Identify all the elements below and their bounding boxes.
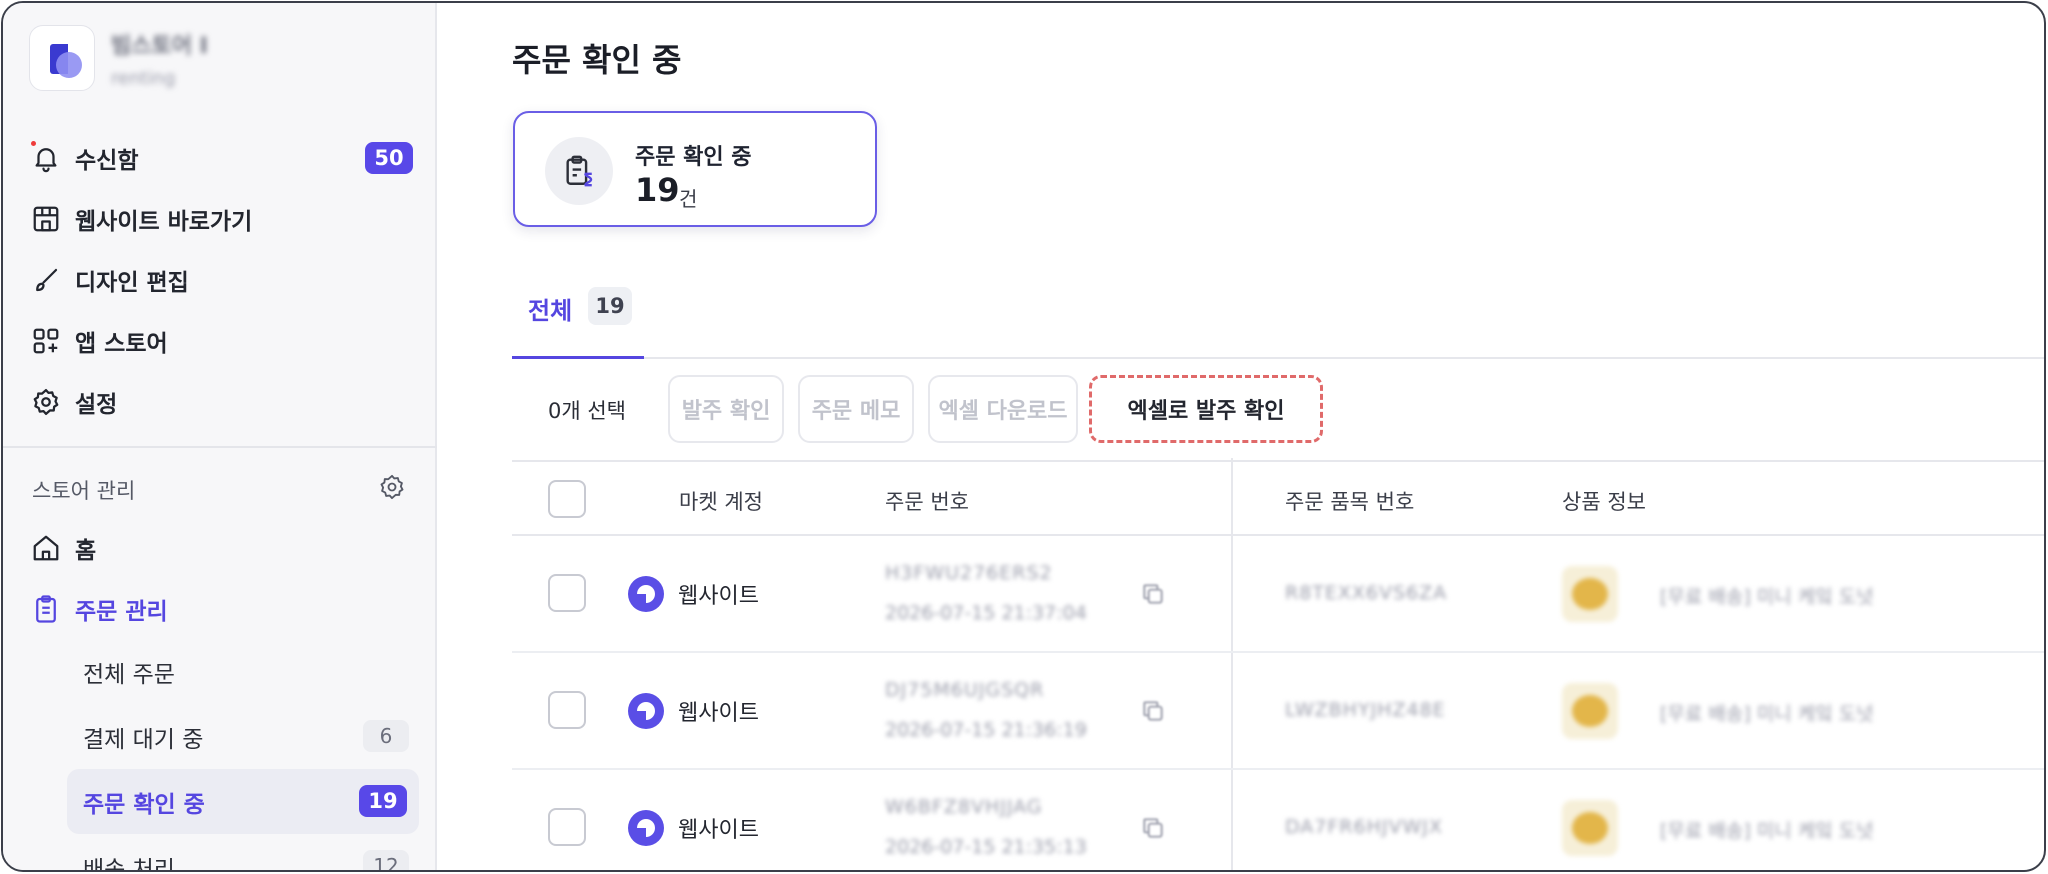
table-row[interactable]: 웹사이트 W6BFZ8VHJJAG 2026-07-15 21:35:13 DA… bbox=[512, 770, 2044, 870]
status-card-count: 19 bbox=[635, 171, 680, 209]
store-settings-gear-icon[interactable] bbox=[378, 473, 406, 505]
copy-icon[interactable] bbox=[1140, 698, 1166, 728]
market-account: 웹사이트 bbox=[678, 818, 759, 843]
tab-all[interactable]: 전체 19 bbox=[512, 273, 644, 359]
table-header: 마켓 계정 주문 번호 주문 품목 번호 상품 정보 bbox=[512, 460, 2044, 536]
sub-item-label: 배송 처리 bbox=[83, 856, 175, 872]
order-number: W6BFZ8VHJJAG bbox=[885, 796, 1043, 818]
product-name: [무료 배송] 미니 케잌 도넛 bbox=[1660, 820, 1874, 842]
nav-item-appstore[interactable]: 앱 스토어 bbox=[29, 310, 413, 371]
nav-label: 디자인 편집 bbox=[75, 269, 189, 296]
storefront-icon bbox=[29, 202, 63, 236]
order-datetime: 2026-07-15 21:35:13 bbox=[885, 836, 1087, 858]
excel-download-button[interactable]: 엑셀 다운로드 bbox=[928, 375, 1078, 443]
order-number: DJ75M6UJGSQR bbox=[885, 679, 1045, 701]
sub-item-payment-pending[interactable]: 결제 대기 중 6 bbox=[29, 704, 419, 769]
page-title: 주문 확인 중 bbox=[512, 41, 682, 79]
nav-item-settings[interactable]: 설정 bbox=[29, 371, 413, 432]
order-number: H3FWU276ERS2 bbox=[885, 562, 1053, 584]
row-checkbox[interactable] bbox=[548, 691, 586, 729]
market-account: 웹사이트 bbox=[678, 584, 759, 609]
column-header: 주문 번호 bbox=[885, 490, 969, 514]
nav-label: 설정 bbox=[75, 391, 118, 418]
sub-item-all-orders[interactable]: 전체 주문 bbox=[29, 639, 419, 704]
nav-item-inbox[interactable]: 수신함 50 bbox=[29, 127, 413, 188]
gear-icon bbox=[29, 385, 63, 419]
nav-label: 앱 스토어 bbox=[75, 330, 168, 357]
status-card-unit: 건 bbox=[679, 187, 698, 211]
main-nav: 수신함 50 웹사이트 바로가기 디자인 편집 앱 스토어 설정 bbox=[29, 127, 413, 432]
order-item-number: DA7FR6HJVWJX bbox=[1285, 816, 1443, 838]
main-content: 주문 확인 중 주문 확인 중 19 건 전체 19 0개 선택 발주 확인 주… bbox=[437, 3, 2044, 870]
store-nav: 홈 주문 관리 전체 주문 결제 대기 중 6 주문 확인 중 19 배송 처리 bbox=[29, 517, 419, 872]
nav-item-website[interactable]: 웹사이트 바로가기 bbox=[29, 188, 413, 249]
sub-item-label: 전체 주문 bbox=[83, 661, 175, 688]
nav-label: 웹사이트 바로가기 bbox=[75, 208, 253, 235]
column-header: 주문 품목 번호 bbox=[1285, 490, 1415, 514]
store-switcher[interactable]: 빔스토어 I renting bbox=[29, 23, 208, 93]
sub-item-label: 결제 대기 중 bbox=[83, 726, 204, 753]
table-row[interactable]: 웹사이트 H3FWU276ERS2 2026-07-15 21:37:04 R8… bbox=[512, 536, 2044, 653]
app-window: 빔스토어 I renting 수신함 50 웹사이트 바로가기 디자인 편집 앱… bbox=[1, 1, 2046, 872]
copy-icon[interactable] bbox=[1140, 581, 1166, 611]
row-checkbox[interactable] bbox=[548, 808, 586, 846]
unread-dot bbox=[31, 141, 36, 146]
tab-bar: 전체 19 bbox=[512, 273, 2044, 359]
bulk-action-toolbar: 0개 선택 발주 확인 주문 메모 엑셀 다운로드 엑셀로 발주 확인 bbox=[512, 375, 2044, 445]
order-datetime: 2026-07-15 21:37:04 bbox=[885, 602, 1087, 624]
home-icon bbox=[29, 531, 63, 565]
count-badge: 12 bbox=[363, 850, 409, 870]
order-datetime: 2026-07-15 21:36:19 bbox=[885, 719, 1087, 741]
store-logo bbox=[29, 25, 95, 91]
table-row[interactable]: 웹사이트 DJ75M6UJGSQR 2026-07-15 21:36:19 LW… bbox=[512, 653, 2044, 770]
website-market-icon bbox=[628, 576, 664, 612]
order-item-number: LWZBHYJHZ48E bbox=[1285, 699, 1446, 721]
product-thumbnail bbox=[1562, 683, 1618, 739]
sub-item-shipping[interactable]: 배송 처리 12 bbox=[29, 834, 419, 872]
nav-item-home[interactable]: 홈 bbox=[29, 517, 419, 578]
website-market-icon bbox=[628, 693, 664, 729]
count-badge: 6 bbox=[363, 720, 409, 752]
copy-icon[interactable] bbox=[1140, 815, 1166, 845]
nav-label: 홈 bbox=[75, 537, 97, 564]
status-card[interactable]: 주문 확인 중 19 건 bbox=[513, 111, 877, 227]
count-badge: 19 bbox=[359, 785, 407, 817]
column-header: 마켓 계정 bbox=[679, 490, 763, 514]
clipboard-hourglass-icon bbox=[545, 137, 613, 205]
order-item-number: R8TEXX6VS6ZA bbox=[1285, 582, 1448, 604]
store-name: 빔스토어 I bbox=[111, 33, 208, 59]
order-memo-button[interactable]: 주문 메모 bbox=[798, 375, 914, 443]
nav-item-design[interactable]: 디자인 편집 bbox=[29, 249, 413, 310]
market-account: 웹사이트 bbox=[678, 701, 759, 726]
excel-confirm-order-button[interactable]: 엑셀로 발주 확인 bbox=[1089, 375, 1323, 443]
tab-label: 전체 bbox=[528, 297, 573, 325]
sidebar: 빔스토어 I renting 수신함 50 웹사이트 바로가기 디자인 편집 앱… bbox=[3, 3, 437, 870]
section-title: 스토어 관리 bbox=[32, 479, 136, 503]
product-name: [무료 배송] 미니 케잌 도넛 bbox=[1660, 586, 1874, 608]
column-header: 상품 정보 bbox=[1562, 490, 1646, 514]
confirm-order-button[interactable]: 발주 확인 bbox=[668, 375, 784, 443]
sub-item-order-confirming[interactable]: 주문 확인 중 19 bbox=[67, 769, 419, 834]
inbox-count-badge: 50 bbox=[365, 142, 413, 174]
selected-count: 0개 선택 bbox=[548, 399, 626, 423]
nav-item-order-management[interactable]: 주문 관리 bbox=[29, 578, 419, 639]
store-subtitle: renting bbox=[111, 67, 176, 89]
website-market-icon bbox=[628, 810, 664, 846]
orders-table: 마켓 계정 주문 번호 주문 품목 번호 상품 정보 웹사이트 H3FWU276… bbox=[512, 458, 2044, 870]
brush-icon bbox=[29, 263, 63, 297]
sub-item-label: 주문 확인 중 bbox=[83, 791, 205, 818]
product-thumbnail bbox=[1562, 566, 1618, 622]
product-thumbnail bbox=[1562, 800, 1618, 856]
apps-icon bbox=[29, 324, 63, 358]
sidebar-divider bbox=[3, 446, 437, 448]
row-checkbox[interactable] bbox=[548, 574, 586, 612]
status-card-label: 주문 확인 중 bbox=[635, 145, 752, 170]
select-all-checkbox[interactable] bbox=[548, 480, 586, 518]
product-name: [무료 배송] 미니 케잌 도넛 bbox=[1660, 703, 1874, 725]
nav-label: 수신함 bbox=[75, 147, 139, 174]
clipboard-icon bbox=[29, 592, 63, 626]
nav-label: 주문 관리 bbox=[75, 598, 168, 625]
tab-count-badge: 19 bbox=[588, 287, 632, 325]
